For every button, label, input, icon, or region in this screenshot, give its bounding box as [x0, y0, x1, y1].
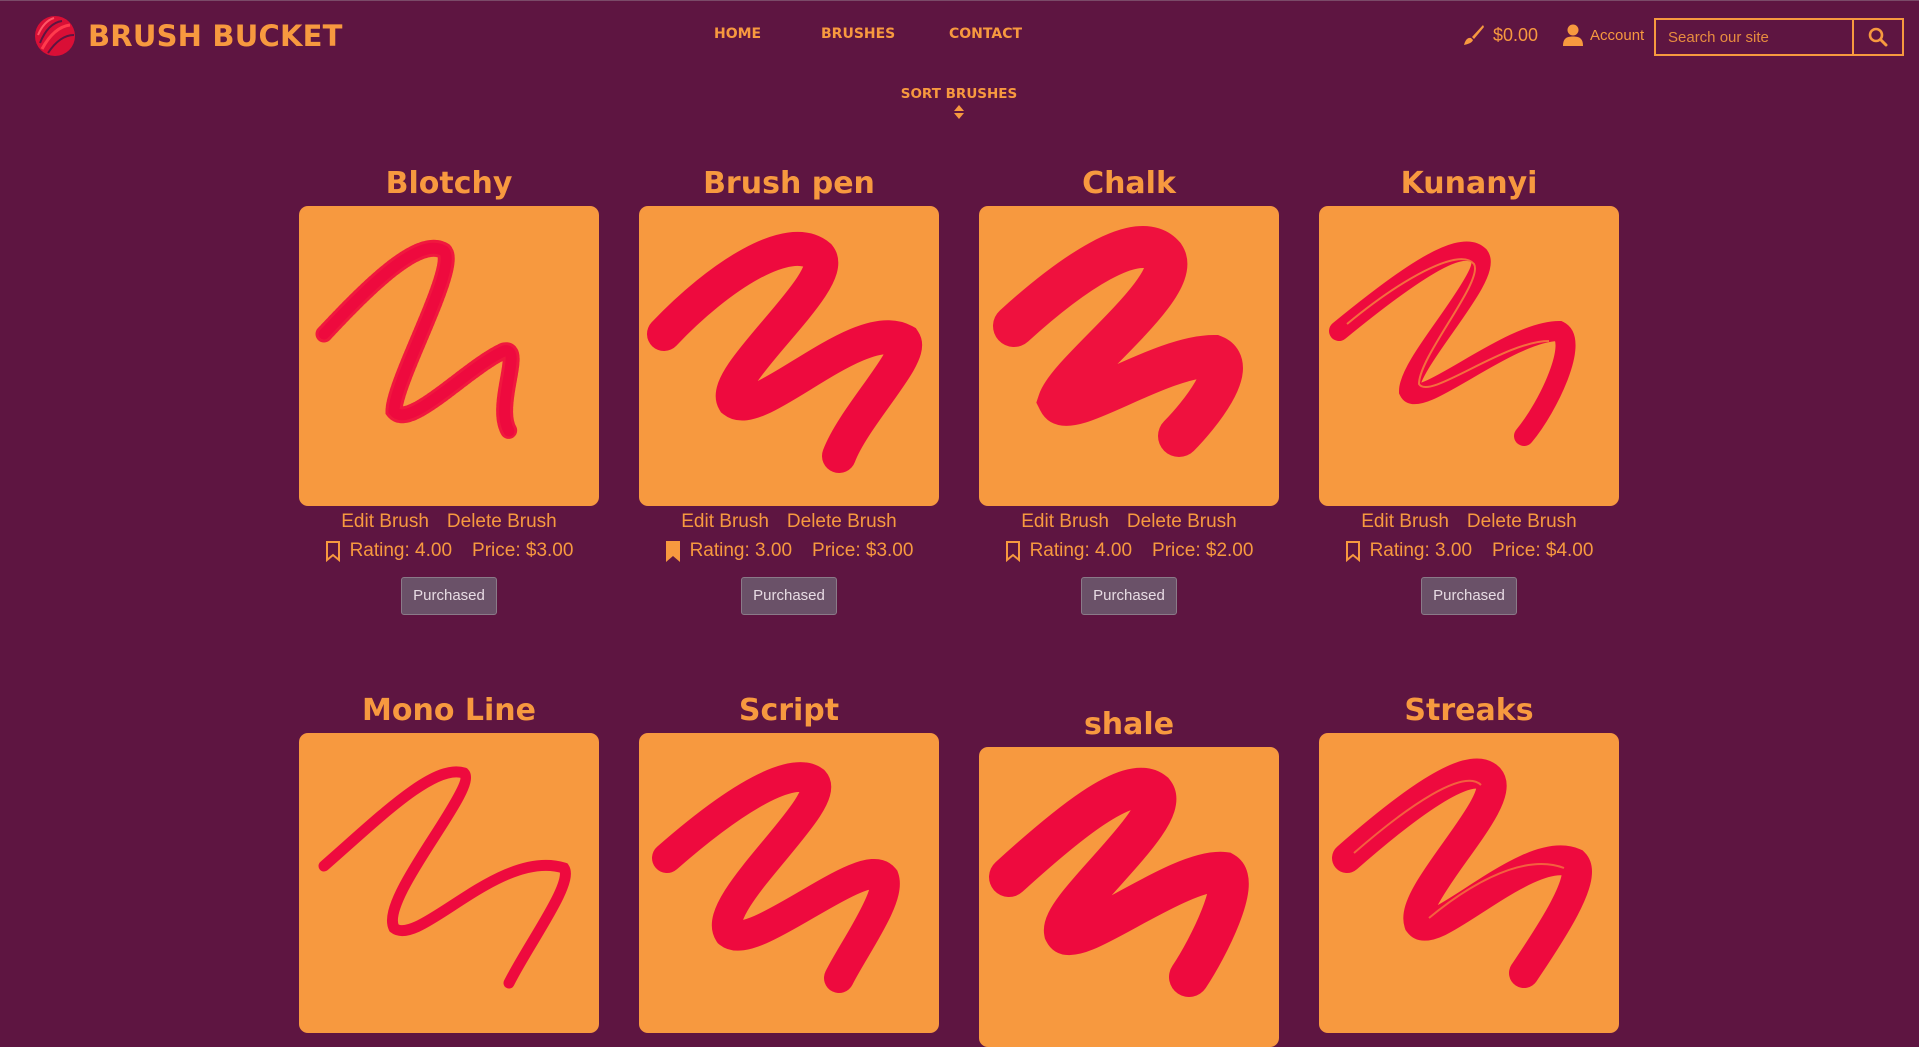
sort-label: SORT BRUSHES	[900, 86, 1018, 102]
brush-price: Price: $3.00	[812, 540, 914, 561]
brush-stroke-image[interactable]	[299, 206, 599, 506]
user-icon	[1563, 24, 1583, 46]
brush-name: Streaks	[1404, 693, 1534, 728]
brush-stroke-image[interactable]	[639, 206, 939, 506]
search-form	[1654, 18, 1904, 56]
sort-brushes-toggle[interactable]: SORT BRUSHES	[880, 86, 1038, 119]
sort-icon	[954, 105, 964, 119]
brush-stroke-image[interactable]	[1319, 733, 1619, 1033]
paint-blob-logo-icon	[35, 16, 75, 56]
main-nav: HOME BRUSHES CONTACT	[714, 26, 1022, 42]
brush-name: Kunanyi	[1400, 166, 1538, 201]
search-input[interactable]	[1654, 18, 1852, 56]
brush-actions: Edit Brush Delete Brush	[299, 511, 599, 533]
paint-brush-icon	[1464, 25, 1484, 45]
brush-name: shale	[1083, 707, 1175, 742]
brush-rating: Rating: 3.00	[1369, 540, 1473, 561]
edit-brush-link[interactable]: Edit Brush	[1021, 511, 1109, 532]
edit-brush-link[interactable]: Edit Brush	[1361, 511, 1449, 532]
brush-price: Price: $3.00	[472, 540, 574, 561]
search-icon	[1868, 27, 1888, 47]
brush-meta: Rating: 4.00 Price: $3.00	[299, 540, 599, 562]
brush-card: Chalk Edit Brush Delete Brush Rating: 4.0…	[979, 162, 1279, 615]
brush-meta: Rating: 3.00 Price: $4.00	[1319, 540, 1619, 562]
delete-brush-link[interactable]: Delete Brush	[447, 511, 557, 532]
nav-contact-link[interactable]: CONTACT	[949, 26, 1022, 42]
purchased-button[interactable]: Purchased	[401, 577, 497, 615]
brush-card: Script	[639, 689, 939, 1033]
account-link[interactable]: Account	[1563, 24, 1644, 46]
brush-stroke-image[interactable]	[299, 733, 599, 1033]
brush-name: Brush pen	[703, 166, 875, 201]
cart-link[interactable]: $0.00	[1463, 24, 1538, 46]
brush-name: Mono Line	[362, 693, 536, 728]
bookmark-filled-icon[interactable]	[665, 540, 681, 562]
brush-price: Price: $2.00	[1152, 540, 1254, 561]
cart-amount: $0.00	[1493, 24, 1539, 45]
delete-brush-link[interactable]: Delete Brush	[1467, 511, 1577, 532]
edit-brush-link[interactable]: Edit Brush	[681, 511, 769, 532]
brush-name: Script	[738, 693, 840, 728]
brush-rating: Rating: 4.00	[1029, 540, 1133, 561]
brush-name: Blotchy	[385, 166, 513, 201]
bookmark-outline-icon[interactable]	[325, 540, 341, 562]
brush-stroke-image[interactable]	[979, 747, 1279, 1047]
brush-card: Kunanyi Edit Brush Delete Brush Rating: 3…	[1319, 162, 1619, 615]
brush-meta: Rating: 4.00 Price: $2.00	[979, 540, 1279, 562]
purchased-button[interactable]: Purchased	[1421, 577, 1517, 615]
account-label: Account	[1590, 26, 1645, 44]
brush-price: Price: $4.00	[1492, 540, 1594, 561]
brush-card: Streaks	[1319, 689, 1619, 1033]
brush-stroke-image[interactable]	[979, 206, 1279, 506]
brush-card: Brush pen Edit Brush Delete Brush Rating:…	[639, 162, 939, 615]
top-navbar: BRUSH BUCKET HOME BRUSHES CONTACT $0.00 …	[0, 0, 1919, 71]
purchased-button[interactable]: Purchased	[1081, 577, 1177, 615]
purchased-button[interactable]: Purchased	[741, 577, 837, 615]
brush-card: Blotchy Edit Brush Delete Brush Rating: 4…	[299, 162, 599, 615]
brush-actions: Edit Brush Delete Brush	[639, 511, 939, 533]
brush-rating: Rating: 4.00	[349, 540, 453, 561]
delete-brush-link[interactable]: Delete Brush	[1127, 511, 1237, 532]
bookmark-outline-icon[interactable]	[1345, 540, 1361, 562]
brush-actions: Edit Brush Delete Brush	[979, 511, 1279, 533]
brush-card: shale	[979, 703, 1279, 1047]
nav-brushes-link[interactable]: BRUSHES	[821, 26, 949, 42]
brush-stroke-image[interactable]	[1319, 206, 1619, 506]
brand-name: BRUSH BUCKET	[88, 19, 343, 53]
brush-rating: Rating: 3.00	[689, 540, 793, 561]
delete-brush-link[interactable]: Delete Brush	[787, 511, 897, 532]
brush-stroke-image[interactable]	[639, 733, 939, 1033]
brush-name: Chalk	[1082, 166, 1176, 201]
bookmark-outline-icon[interactable]	[1005, 540, 1021, 562]
brush-actions: Edit Brush Delete Brush	[1319, 511, 1619, 533]
nav-home-link[interactable]: HOME	[714, 26, 821, 42]
edit-brush-link[interactable]: Edit Brush	[341, 511, 429, 532]
brush-meta: Rating: 3.00 Price: $3.00	[639, 540, 939, 562]
brush-card: Mono Line	[299, 689, 599, 1033]
search-button[interactable]	[1852, 18, 1904, 56]
brand-logo[interactable]: BRUSH BUCKET	[32, 13, 343, 59]
